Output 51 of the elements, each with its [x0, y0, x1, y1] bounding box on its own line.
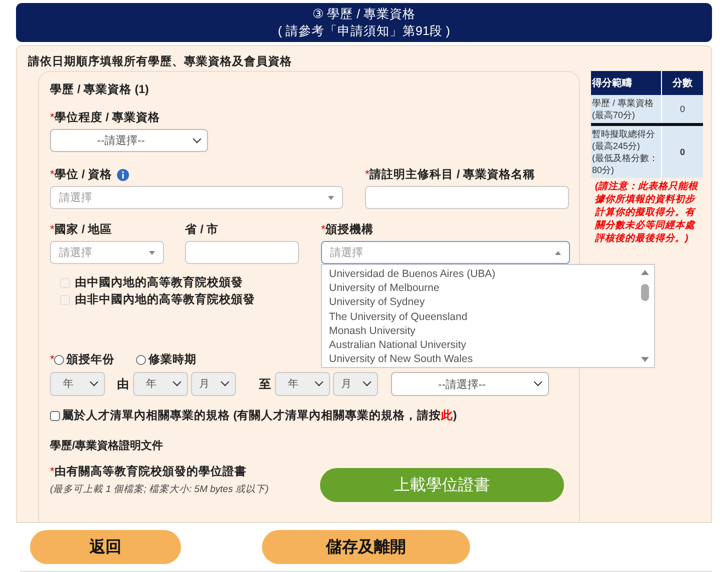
talent-list-text: 屬於人才清單內相關專業的規格 (有關人才清單內相關專業的規格，請按此): [62, 408, 457, 423]
degree-level-select[interactable]: --請選擇--: [50, 129, 208, 152]
year-select[interactable]: 年: [50, 372, 105, 396]
info-icon[interactable]: [117, 169, 130, 181]
province-input[interactable]: [185, 241, 299, 264]
field-label: *學位程度 / 專業資格: [50, 111, 162, 125]
field-label: *學位 / 資格: [50, 168, 112, 182]
major-input[interactable]: [365, 186, 569, 209]
here-link[interactable]: 此: [441, 410, 454, 422]
period-select[interactable]: --請選擇--: [391, 372, 549, 396]
column-header: 分數: [662, 71, 703, 95]
instruction-text: 請依日期順序填報所有學歷、專業資格及會員資格: [28, 54, 293, 69]
dropdown-option[interactable]: The University of Queensland: [329, 310, 639, 324]
radio-button[interactable]: [54, 354, 64, 364]
checkbox-label: 由非中國內地的高等教育院校頒發: [75, 292, 255, 307]
score-note: (請注意：此表格只能根據你所填報的資料初步計算你的擬取得分。有關分數未必等同經本處評核後的最後得分。): [594, 180, 700, 245]
month-select[interactable]: 月: [191, 372, 236, 396]
section-title: ③ 學歷 / 專業資格: [311, 6, 417, 23]
required-mark: *: [50, 354, 54, 366]
date-connector: 由: [117, 376, 129, 392]
table-cell: 學歷 / 專業資格 (最高70分): [591, 95, 662, 124]
document-label: *由有關高等教育院校頒發的學位證書: [50, 465, 248, 479]
table-cell: 0: [662, 95, 703, 124]
dropdown-option[interactable]: University of New South Wales: [329, 352, 639, 366]
dropdown-option[interactable]: Monash University: [329, 324, 639, 338]
radio-label: 頒授年份: [66, 352, 114, 367]
upload-hint: (最多可上載 1 個檔案; 檔案大小: 5M bytes 或以下): [50, 483, 270, 496]
dropdown-option[interactable]: Universidad de Buenos Aires (UBA): [329, 267, 639, 282]
month-select[interactable]: 月: [333, 372, 378, 396]
radio-label: 修業時期: [148, 352, 196, 367]
field-label: 省 / 市: [185, 223, 220, 237]
field-label: *頒授機構: [321, 223, 374, 237]
section-reference: ( 請參考「申請須知」第91段 ): [276, 23, 452, 40]
checkbox-label: 由中國內地的高等教育院校頒發: [75, 275, 243, 290]
table-cell: 暫時擬取總得分 (最高245分) (最低及格分數：80分): [591, 124, 662, 178]
action-button[interactable]: 儲存及離開: [262, 530, 470, 564]
year-select[interactable]: 年: [275, 372, 330, 396]
field-label: *請註明主修科目 / 專業資格名稱: [365, 168, 536, 182]
form-title: 學歷 / 專業資格 (1): [50, 82, 150, 97]
year-select[interactable]: 年: [133, 372, 188, 396]
column-header: 得分範疇: [591, 71, 662, 95]
dropdown-option[interactable]: University of Melbourne: [329, 281, 639, 296]
field-label: *國家 / 地區: [50, 223, 114, 237]
dropdown-option[interactable]: University of Sydney: [329, 295, 639, 310]
date-connector: 至: [259, 376, 271, 392]
checkbox[interactable]: [50, 410, 60, 420]
dropdown-option[interactable]: Australian National University: [329, 338, 639, 352]
action-button[interactable]: 返回: [30, 530, 181, 564]
table-cell: 0: [662, 124, 703, 178]
radio-button[interactable]: [136, 354, 146, 364]
documents-title: 學歷/專業資格證明文件: [50, 438, 164, 453]
